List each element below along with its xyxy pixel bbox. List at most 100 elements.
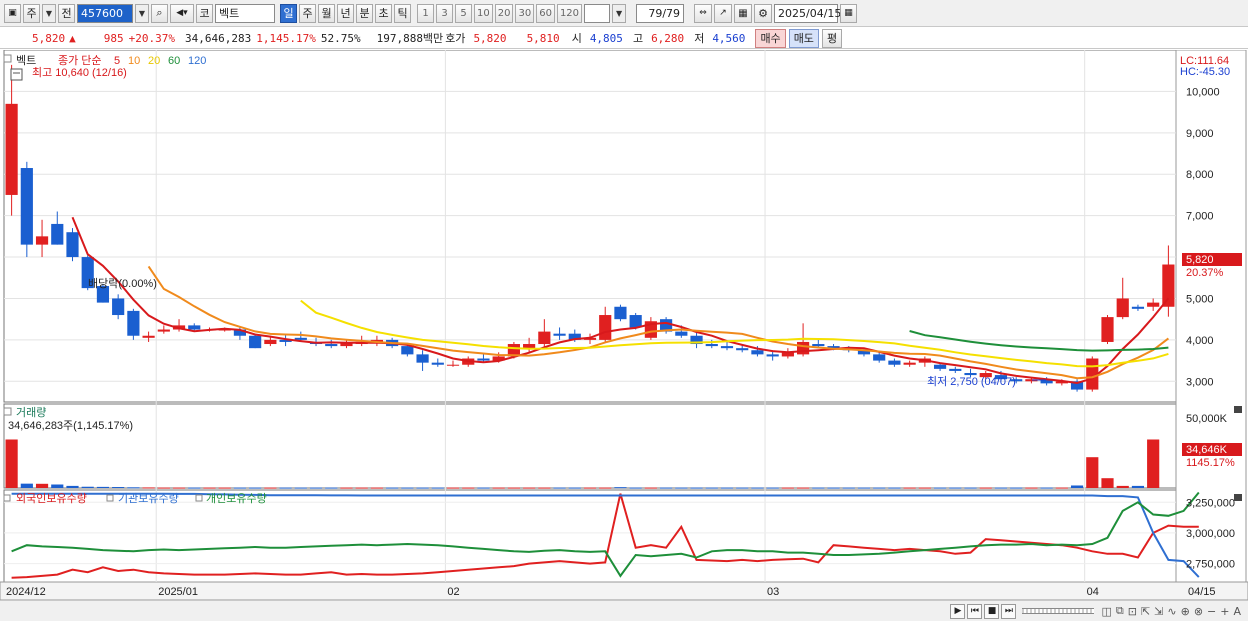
date-input[interactable]: 2025/04/15 xyxy=(774,3,841,23)
volume-handle-icon[interactable] xyxy=(3,407,12,416)
ma-10-label: 10 xyxy=(128,55,140,67)
interval-custom-input[interactable] xyxy=(584,3,611,23)
volume-bar xyxy=(720,487,734,489)
zoom-in-icon[interactable]: + xyxy=(1219,605,1230,618)
period-type-button[interactable]: 주 xyxy=(23,3,40,23)
period-tick-button[interactable]: 틱 xyxy=(394,3,411,23)
price-change: 985 xyxy=(103,31,124,45)
code-dropdown[interactable]: ▼ xyxy=(135,3,149,23)
volume-bar xyxy=(660,487,673,489)
interval-30-button[interactable]: 30 xyxy=(515,3,535,23)
volume-bar xyxy=(203,487,216,489)
tool-icon-6[interactable]: ∿ xyxy=(1166,605,1177,618)
interval-10-button[interactable]: 10 xyxy=(474,3,493,23)
settings-gear-icon[interactable]: ⚙ xyxy=(754,3,773,23)
price-tag: 5,820 xyxy=(1186,254,1214,266)
tool-icon-8[interactable]: ⊗ xyxy=(1193,605,1204,618)
period-month-button[interactable]: 월 xyxy=(318,3,335,23)
hoga-label: 호가 xyxy=(445,32,466,45)
interval-dropdown[interactable]: ▼ xyxy=(612,3,627,23)
layout-icon[interactable]: ▣ xyxy=(4,3,21,23)
scroll-right-icon[interactable]: ▶ xyxy=(950,603,966,619)
low-price: 4,560 xyxy=(712,31,746,45)
scroll-slider[interactable] xyxy=(1022,608,1095,614)
panel-handle-icon[interactable] xyxy=(3,54,12,63)
stock-name-field[interactable]: 벡트 xyxy=(215,3,275,23)
prev-button[interactable]: 전 xyxy=(58,3,75,23)
interval-1-button[interactable]: 1 xyxy=(417,3,434,23)
period-week-button[interactable]: 주 xyxy=(299,3,316,23)
interval-5-button[interactable]: 5 xyxy=(455,3,472,23)
candle-body xyxy=(477,358,490,361)
volume-bar xyxy=(812,487,825,489)
calendar-icon[interactable] xyxy=(10,68,23,81)
volume-tag: 34,646K xyxy=(1186,444,1228,456)
search-icon[interactable]: ⌕ xyxy=(151,3,168,23)
period-type-dropdown[interactable]: ▼ xyxy=(42,3,56,23)
holdings-close-icon[interactable] xyxy=(1234,494,1242,501)
buy-button[interactable]: 매수 xyxy=(755,28,786,48)
bid-price: 5,810 xyxy=(526,31,560,45)
interval-3-button[interactable]: 3 xyxy=(436,3,453,23)
count-input[interactable]: 79/79 xyxy=(636,3,685,23)
high-note: 최고 10,640 (12/16) xyxy=(32,66,127,79)
volume-bar xyxy=(492,487,505,489)
stop-icon[interactable]: ■ xyxy=(984,603,1000,619)
volume-bar xyxy=(736,487,749,489)
volume-bar xyxy=(279,487,292,489)
candle-body xyxy=(812,344,825,347)
average-button[interactable]: 평 xyxy=(821,28,843,48)
candle-body xyxy=(675,331,688,336)
calendar-icon[interactable]: ▦ xyxy=(840,3,858,23)
volume-bar xyxy=(96,486,110,488)
tool-icon-7[interactable]: ⊕ xyxy=(1180,605,1191,618)
volume-bar xyxy=(477,487,490,489)
volume-bar xyxy=(218,487,231,489)
volume-bar xyxy=(842,487,855,489)
font-size-icon[interactable]: A xyxy=(1232,605,1242,618)
interval-120-button[interactable]: 120 xyxy=(556,3,583,23)
volume-bar xyxy=(751,487,764,489)
save-icon[interactable]: ▦ xyxy=(734,3,753,23)
high-price: 6,280 xyxy=(651,31,685,45)
volume-bar xyxy=(233,487,247,489)
volume-bar xyxy=(857,487,871,489)
volume-bar xyxy=(675,487,688,489)
tool-icon-1[interactable]: ◫ xyxy=(1100,605,1112,618)
period-day-button[interactable]: 일 xyxy=(280,3,297,23)
volume-bar xyxy=(386,487,399,489)
ma-5-label: 5 xyxy=(114,55,120,67)
fast-forward-icon[interactable]: ⏭ xyxy=(1001,603,1017,619)
interval-60-button[interactable]: 60 xyxy=(536,3,555,23)
volume-bar xyxy=(583,487,597,489)
candle-body xyxy=(538,331,551,345)
volume-bar xyxy=(264,487,277,489)
sell-button[interactable]: 매도 xyxy=(788,28,819,48)
draw-icon[interactable]: ↗ xyxy=(714,3,733,23)
code-type-button[interactable]: 코 xyxy=(196,3,213,23)
volume-bar xyxy=(20,483,33,488)
open-price: 4,805 xyxy=(589,31,623,45)
volume-close-icon[interactable] xyxy=(1234,406,1242,413)
zoom-out-icon[interactable]: − xyxy=(1206,605,1217,618)
volume-bar xyxy=(188,487,201,489)
zoom-icon[interactable]: ⇔ xyxy=(694,3,713,23)
rewind-icon[interactable]: ⏮ xyxy=(967,603,983,619)
tool-icon-3[interactable]: ⊡ xyxy=(1127,605,1138,618)
sound-icon[interactable]: ◀▾ xyxy=(170,3,194,23)
tool-icon-4[interactable]: ⇱ xyxy=(1140,605,1151,618)
period-second-button[interactable]: 초 xyxy=(375,3,392,23)
grid xyxy=(0,50,1248,600)
tool-icon-2[interactable]: ⧉ xyxy=(1115,604,1125,618)
volume-bar xyxy=(1040,487,1053,489)
ma-label: 종가 단순 xyxy=(58,54,102,67)
code-input[interactable]: 457600 xyxy=(77,3,133,23)
period-minute-button[interactable]: 분 xyxy=(356,3,373,23)
interval-20-button[interactable]: 20 xyxy=(494,3,514,23)
candle-body xyxy=(401,346,414,355)
volume-bar xyxy=(994,487,1008,489)
chart-area[interactable]: 10,0009,0008,0007,0006,0005,0004,0003,00… xyxy=(0,50,1248,600)
tool-icon-5[interactable]: ⇲ xyxy=(1153,605,1164,618)
period-year-button[interactable]: 년 xyxy=(337,3,354,23)
volume-bar xyxy=(66,485,79,488)
